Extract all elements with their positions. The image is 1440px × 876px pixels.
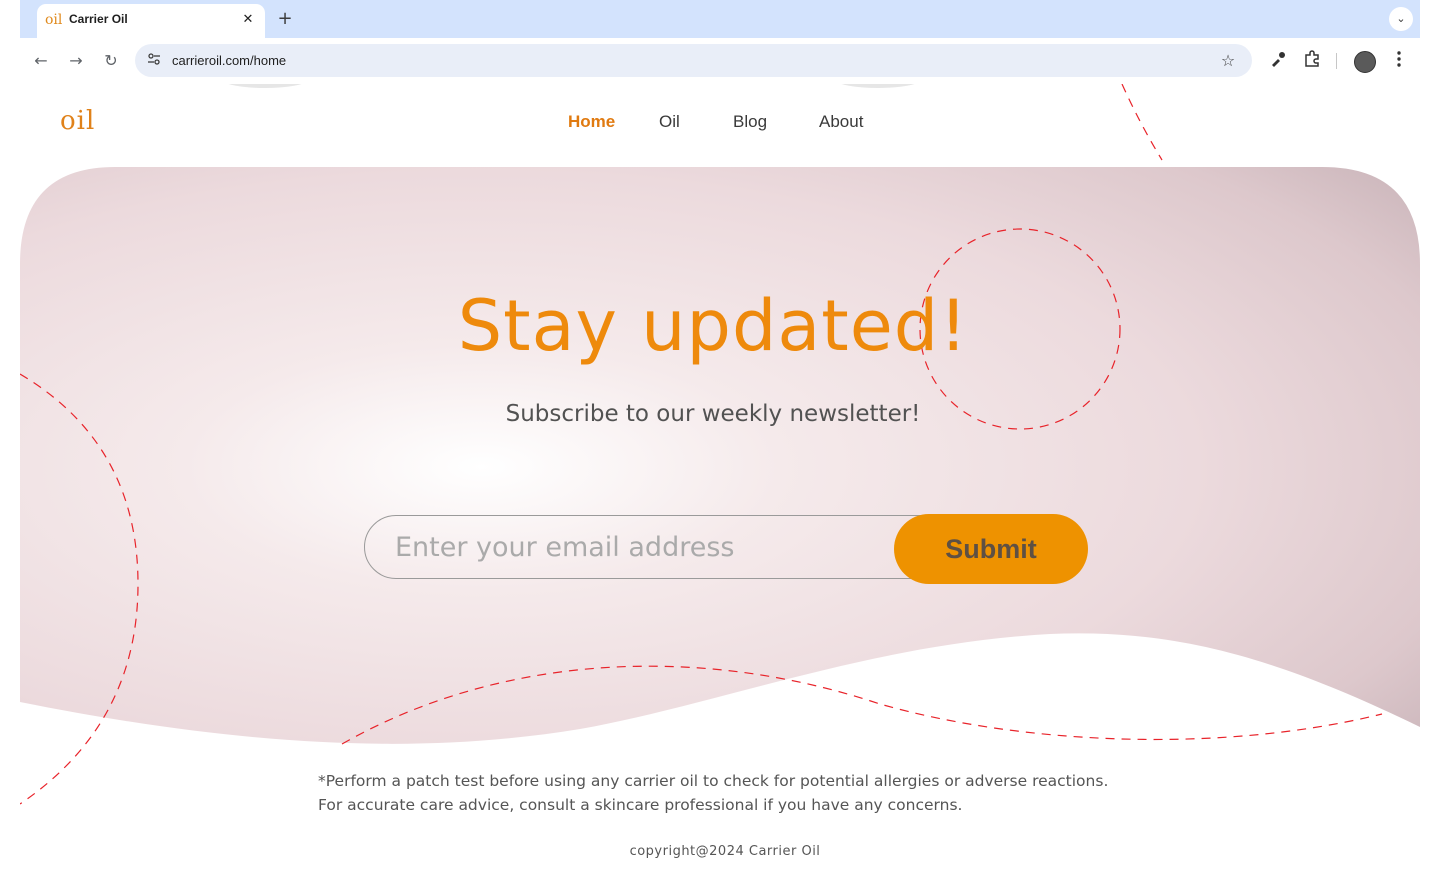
close-icon[interactable]: ✕ (239, 11, 257, 29)
extensions-puzzle-icon[interactable] (1301, 50, 1323, 72)
subscribe-form: Submit (364, 514, 1088, 584)
nav-oil[interactable]: Oil (659, 112, 680, 132)
main-nav: Home Oil Blog About (20, 112, 1420, 136)
bookmark-star-icon[interactable]: ☆ (1218, 51, 1238, 71)
favicon-icon: oil (45, 12, 63, 28)
submit-button[interactable]: Submit (894, 514, 1088, 584)
hero-subtitle: Subscribe to our weekly newsletter! (505, 401, 921, 427)
copyright: copyright@2024 Carrier Oil (629, 844, 821, 859)
new-tab-button[interactable]: + (274, 8, 296, 30)
reload-icon[interactable]: ↻ (100, 50, 122, 72)
toolbar-divider (1336, 53, 1337, 69)
tab-strip: oil Carrier Oil ✕ + ⌄ (20, 0, 1420, 38)
disclaimer-line-1: *Perform a patch test before using any c… (318, 772, 1109, 790)
back-icon[interactable]: ← (30, 50, 52, 72)
browser-toolbar: ← → ↻ carrieroil.com/home ☆ (20, 38, 1420, 84)
tab-search-icon[interactable]: ⌄ (1389, 7, 1413, 31)
profile-avatar[interactable] (1354, 51, 1376, 73)
menu-kebab-icon[interactable] (1388, 50, 1410, 72)
disclaimer: *Perform a patch test before using any c… (318, 769, 1178, 817)
browser-window: oil Carrier Oil ✕ + ⌄ ← → ↻ carrieroil.c… (20, 0, 1420, 876)
nav-about[interactable]: About (819, 112, 863, 132)
url-text: carrieroil.com/home (172, 53, 287, 68)
eyedropper-extension-icon[interactable] (1267, 50, 1289, 72)
newsletter-section: Stay updated! Subscribe to our weekly ne… (20, 167, 1420, 747)
tab-title: Carrier Oil (69, 12, 128, 26)
hero-title: Stay updated! (457, 285, 969, 367)
web-page: oil Home Oil Blog About Stay updated! Su… (20, 84, 1420, 876)
site-info-icon[interactable] (145, 52, 163, 70)
nav-blog[interactable]: Blog (733, 112, 767, 132)
browser-tab[interactable]: oil Carrier Oil ✕ (37, 4, 265, 38)
forward-icon[interactable]: → (65, 50, 87, 72)
address-bar[interactable]: carrieroil.com/home ☆ (135, 44, 1252, 77)
disclaimer-line-2: For accurate care advice, consult a skin… (318, 796, 963, 814)
nav-home[interactable]: Home (568, 112, 615, 132)
